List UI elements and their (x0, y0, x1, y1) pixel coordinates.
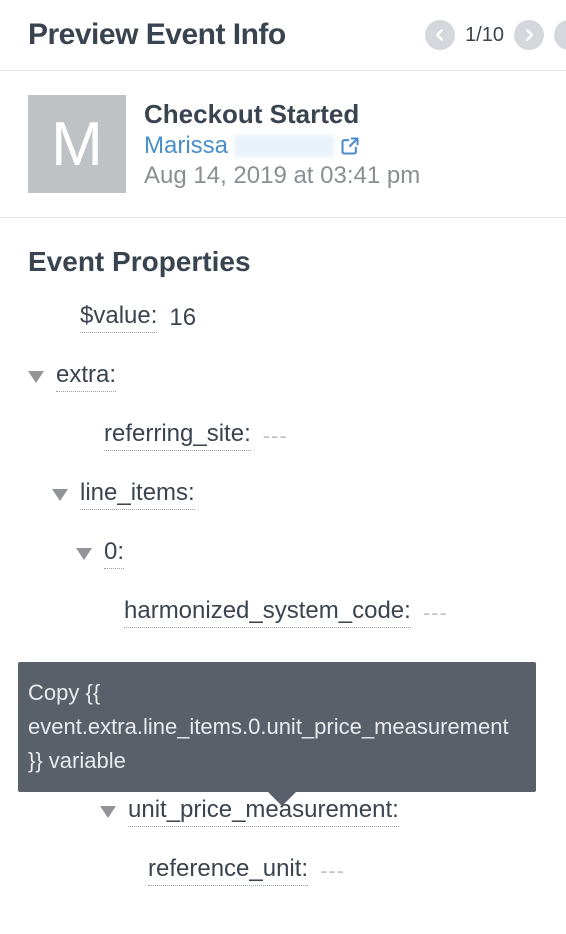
header: Preview Event Info 1/10 (0, 0, 566, 71)
event-properties-section: Event Properties $value: 16 extra: refer… (0, 218, 566, 934)
expander-toggle[interactable] (100, 806, 116, 818)
pager: 1/10 (425, 20, 566, 50)
properties-heading: Event Properties (28, 246, 538, 278)
chevron-left-icon (433, 28, 447, 42)
tooltip-text: Copy {{ event.extra.line_items.0.unit_pr… (28, 680, 509, 773)
event-timestamp: Aug 14, 2019 at 03:41 pm (144, 162, 420, 190)
user-line: Marissa (144, 132, 420, 160)
prop-key-line-items[interactable]: line_items: (80, 479, 195, 510)
event-summary: M Checkout Started Marissa Aug 14, 2019 … (0, 71, 566, 218)
prop-val-ref-unit: --- (320, 858, 345, 884)
copy-variable-tooltip[interactable]: Copy {{ event.extra.line_items.0.unit_pr… (18, 662, 536, 792)
prop-key-upm[interactable]: unit_price_measurement: (128, 796, 399, 827)
prop-row-ref-unit: reference_unit: --- (28, 855, 538, 886)
expander-toggle[interactable] (28, 371, 44, 383)
external-link-icon[interactable] (340, 136, 360, 156)
prop-row-hsc: harmonized_system_code: --- (28, 597, 538, 628)
page-indicator: 1/10 (465, 24, 504, 47)
prop-key-value[interactable]: $value: (80, 302, 157, 333)
user-name-link[interactable]: Marissa (144, 132, 228, 160)
event-meta: Checkout Started Marissa Aug 14, 2019 at… (144, 95, 420, 193)
user-lastname-redacted (234, 135, 334, 157)
prop-row-referring-site: referring_site: --- (28, 420, 538, 451)
prop-key-index-0[interactable]: 0: (104, 538, 124, 569)
page-title: Preview Event Info (28, 18, 286, 52)
prop-val-value: 16 (169, 304, 196, 332)
tooltip-arrow-icon (266, 790, 298, 806)
prev-button[interactable] (425, 20, 455, 50)
prop-key-hsc[interactable]: harmonized_system_code: (124, 597, 411, 628)
prop-row-value: $value: 16 (28, 302, 538, 333)
prop-row-line-items: line_items: (28, 479, 538, 510)
prop-row-index-0: 0: (28, 538, 538, 569)
prop-row-extra: extra: (28, 361, 538, 392)
expander-toggle[interactable] (52, 489, 68, 501)
prop-val-hsc: --- (423, 600, 448, 626)
more-button[interactable] (554, 20, 566, 50)
expander-toggle[interactable] (76, 548, 92, 560)
avatar: M (28, 95, 126, 193)
chevron-right-icon (522, 28, 536, 42)
prop-val-referring-site: --- (263, 423, 288, 449)
prop-key-extra[interactable]: extra: (56, 361, 116, 392)
prop-key-ref-unit[interactable]: reference_unit: (148, 855, 308, 886)
next-button[interactable] (514, 20, 544, 50)
event-name: Checkout Started (144, 99, 420, 130)
prop-key-referring-site[interactable]: referring_site: (104, 420, 251, 451)
